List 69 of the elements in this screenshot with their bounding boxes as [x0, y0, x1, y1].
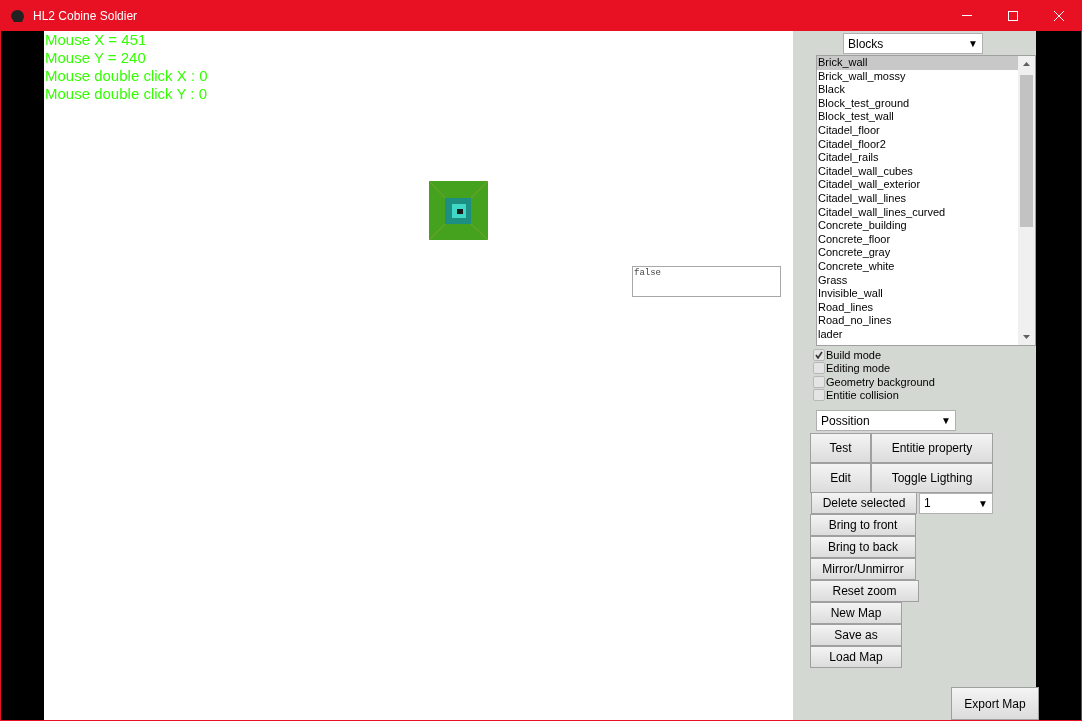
list-item[interactable]: Concrete_building [817, 219, 1018, 233]
mouse-readout: Mouse double click X : 0 [45, 67, 209, 85]
list-item[interactable]: Citadel_wall_lines [817, 191, 1018, 206]
list-item[interactable]: Concrete_floor [817, 232, 1018, 247]
scroll-down-icon[interactable] [1023, 335, 1030, 339]
tool-button[interactable]: Entitie property [871, 433, 993, 463]
window-title: HL2 Cobine Soldier [33, 7, 138, 25]
select-value: Blocks [848, 35, 884, 53]
checkbox-label: Geometry background [826, 374, 935, 390]
list-item[interactable]: Citadel_wall_cubes [817, 164, 1018, 179]
checkbox[interactable] [813, 375, 825, 388]
dropdown-arrow-icon: ▼ [941, 413, 951, 428]
export-map-button[interactable]: Export Map [951, 687, 1039, 720]
tool-button[interactable]: Toggle Ligthing [871, 463, 993, 493]
helmet-icon [9, 8, 25, 23]
scrollbar[interactable] [1018, 56, 1035, 345]
list-item[interactable]: Grass [817, 273, 1018, 288]
tool-button[interactable]: Save as [810, 624, 902, 646]
soldier-sprite[interactable] [429, 181, 488, 240]
list-item[interactable]: Citadel_wall_exterior [817, 178, 1018, 192]
checkbox-label: Entitie collision [826, 388, 899, 403]
block-list[interactable] [816, 55, 1036, 346]
list-item[interactable]: Black [817, 83, 1018, 97]
tool-button[interactable]: Mirror/Unmirror [810, 558, 916, 580]
minimize-icon [962, 15, 972, 16]
checkbox[interactable] [813, 362, 825, 375]
list-item[interactable]: Block_test_wall [817, 110, 1018, 124]
checkbox-label: Editing mode [826, 361, 891, 376]
delete-selected-button[interactable]: Delete selected [811, 492, 917, 514]
list-item[interactable]: Block_test_ground [817, 96, 1018, 111]
tool-button[interactable]: Test [810, 433, 871, 463]
list-item[interactable]: Concrete_white [817, 259, 1018, 274]
list-item[interactable]: Citadel_rails [817, 151, 1018, 165]
tool-button[interactable]: New Map [810, 602, 902, 624]
select-value: Possition [821, 412, 870, 430]
list-item[interactable]: Brick_wall [817, 56, 1018, 70]
list-item[interactable]: Citadel_floor [817, 123, 1018, 138]
tool-button[interactable]: Bring to front [810, 514, 916, 536]
close-icon [1054, 10, 1064, 21]
dropdown-arrow-icon: ▼ [978, 495, 988, 511]
checkbox-label: Build mode [826, 347, 882, 363]
map-canvas[interactable]: Mouse X = 451 Mouse Y = 240 Mouse double click X : 0 Mouse double click Y : 0 false [44, 31, 793, 720]
tool-button[interactable]: Reset zoom [810, 580, 919, 602]
check-icon [815, 350, 823, 359]
amount-dropdown[interactable]: 1 ▼ [919, 492, 993, 514]
scroll-thumb[interactable] [1020, 75, 1033, 227]
tool-button[interactable]: Bring to back [810, 536, 916, 558]
mouse-readout: Mouse double click Y : 0 [45, 85, 209, 103]
list-item[interactable]: lader [817, 327, 1018, 342]
category-dropdown[interactable]: Blocks ▼ [843, 33, 983, 54]
maximize-icon [1008, 10, 1018, 21]
select-value: 1 [924, 495, 931, 512]
list-item[interactable]: Brick_wall_mossy [817, 69, 1018, 84]
mode-dropdown[interactable]: Possition ▼ [816, 410, 956, 431]
list-item[interactable]: Invisible_wall [817, 287, 1018, 301]
list-item[interactable]: Citadel_wall_lines_curved [817, 205, 1018, 220]
checkbox[interactable] [813, 348, 825, 361]
tool-button[interactable]: Load Map [810, 646, 902, 668]
dropdown-arrow-icon: ▼ [968, 36, 978, 51]
text-field[interactable]: false [632, 266, 781, 297]
list-item[interactable]: Concrete_gray [817, 246, 1018, 260]
mouse-readout: Mouse Y = 240 [45, 49, 147, 67]
checkbox[interactable] [813, 389, 825, 402]
scroll-up-icon[interactable] [1023, 62, 1030, 66]
tool-button[interactable]: Edit [810, 463, 871, 493]
list-item[interactable]: Road_no_lines [817, 314, 1018, 328]
list-item[interactable]: Citadel_floor2 [817, 137, 1018, 152]
list-item[interactable]: Road_lines [817, 300, 1018, 315]
mouse-readout: Mouse X = 451 [45, 31, 148, 49]
